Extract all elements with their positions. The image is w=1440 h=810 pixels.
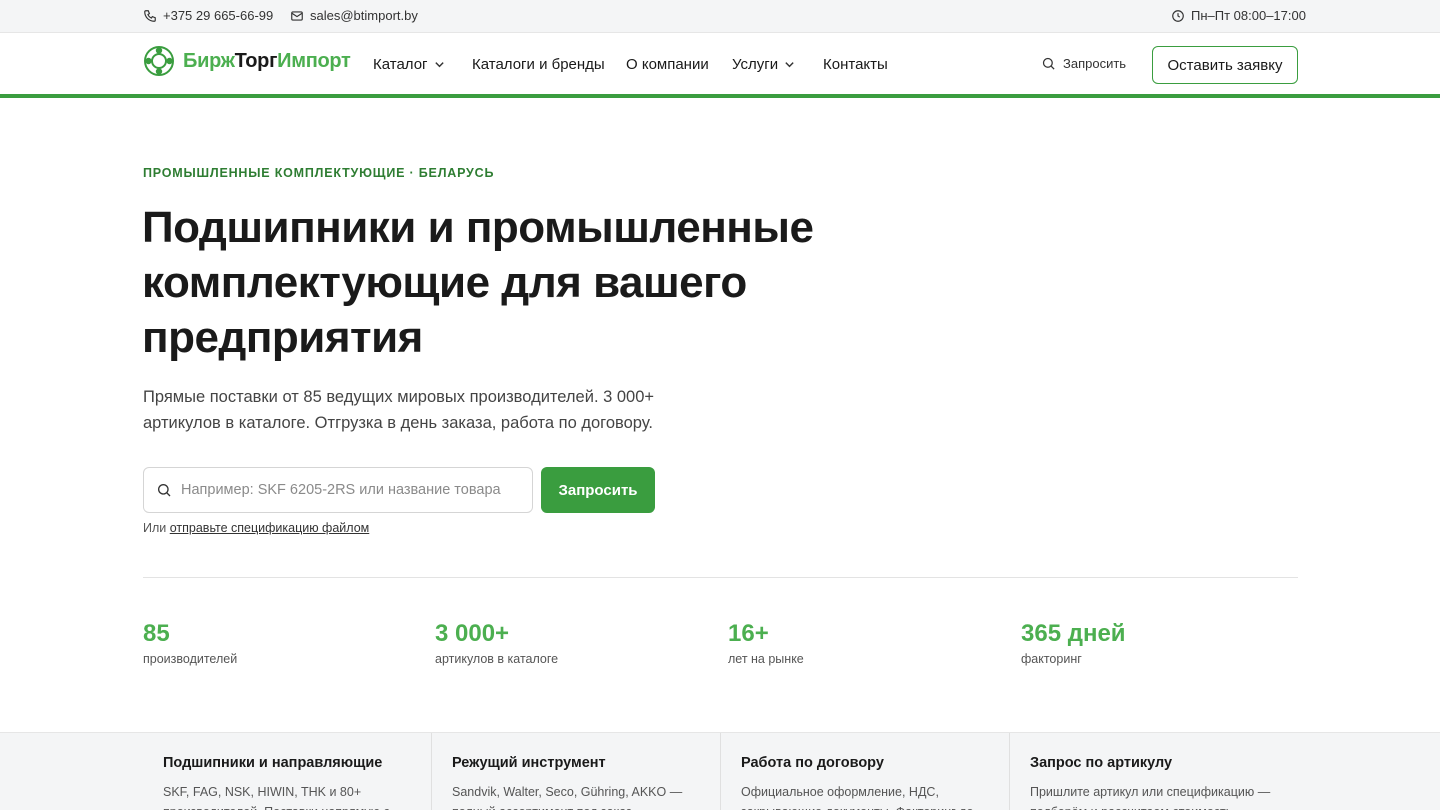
work-hours: Пн–Пт 08:00–17:00 [1171, 8, 1306, 23]
email-text: sales@btimport.by [310, 8, 418, 23]
logo[interactable]: БиржТоргИмпорт [143, 45, 351, 77]
hero-search-input[interactable] [181, 482, 511, 498]
hours-text: Пн–Пт 08:00–17:00 [1191, 8, 1306, 23]
stat-label: производителей [143, 652, 238, 666]
stat-manufacturers: 85 производителей [143, 620, 237, 666]
card-title: Работа по договору [741, 755, 884, 771]
stat-label: артикулов в каталоге [435, 652, 559, 666]
card-text: Официальное оформление, НДС, закрывающие… [741, 785, 973, 810]
stat-years: 16+ лет на рынке [728, 620, 804, 666]
stat-value: 365 дней [1021, 620, 1126, 647]
phone-link[interactable]: +375 29 665-66-99 [143, 8, 273, 23]
feature-cards: Подшипники и направляющие SKF, FAG, NSK,… [0, 732, 1440, 810]
email-link[interactable]: sales@btimport.by [290, 8, 418, 23]
phone-icon [144, 9, 156, 22]
search-icon [1042, 57, 1055, 70]
request-button[interactable]: Запросить [541, 467, 655, 513]
nav-contacts[interactable]: Контакты [823, 56, 888, 73]
card-title: Запрос по артикулу [1030, 755, 1173, 771]
stat-articles: 3 000+ артикулов в каталоге [435, 620, 558, 666]
logo-text: БиржТоргИмпорт [183, 49, 351, 72]
hero-search-box [143, 467, 533, 513]
nav-catalogs-brands[interactable]: Каталоги и бренды [472, 56, 605, 73]
upload-spec-link[interactable]: отправьте спецификацию файлом [170, 521, 370, 535]
stat-value: 85 [143, 620, 170, 647]
top-bar: +375 29 665-66-99 sales@btimport.by Пн–П… [0, 0, 1440, 33]
stat-label: лет на рынке [728, 652, 804, 666]
card-bearings[interactable]: Подшипники и направляющие SKF, FAG, NSK,… [143, 733, 432, 810]
nav-services[interactable]: Услуги [732, 56, 795, 73]
stat-label: факторинг [1021, 652, 1082, 666]
nav-catalog[interactable]: Каталог [373, 56, 445, 73]
card-text: Sandvik, Walter, Seco, Gühring, AKKO — п… [452, 785, 683, 810]
stat-value: 3 000+ [435, 620, 510, 647]
header-search-link[interactable]: Запросить [1041, 56, 1126, 71]
card-text: SKF, FAG, NSK, HIWIN, THK и 80+ производ… [163, 785, 390, 810]
card-cutting-tools[interactable]: Режущий инструмент Sandvik, Walter, Seco… [432, 733, 721, 810]
card-article-request[interactable]: Запрос по артикулу Пришлите артикул или … [1010, 733, 1298, 810]
hero-eyebrow: ПРОМЫШЛЕННЫЕ КОМПЛЕКТУЮЩИЕ · БЕЛАРУСЬ [143, 166, 495, 180]
alt-upload-line: Или отправьте спецификацию файлом [143, 521, 370, 535]
clock-icon [1172, 9, 1184, 22]
main-header: БиржТоргИмпорт Каталог Каталоги и бренды… [0, 33, 1440, 98]
card-title: Режущий инструмент [452, 755, 606, 771]
card-text: Пришлите артикул или спецификацию — подб… [1030, 785, 1271, 810]
chevron-down-icon [785, 62, 794, 68]
search-icon [158, 484, 171, 497]
divider [143, 577, 1298, 578]
phone-text: +375 29 665-66-99 [163, 8, 274, 23]
nav-about[interactable]: О компании [626, 56, 709, 73]
card-contract-work[interactable]: Работа по договору Официальное оформлени… [721, 733, 1010, 810]
stat-factoring: 365 дней факторинг [1021, 620, 1126, 666]
chevron-down-icon [434, 62, 444, 68]
hero-title: Подшипники и промышленные комплектующие … [142, 203, 814, 362]
hero-subtitle: Прямые поставки от 85 ведущих мировых пр… [143, 388, 655, 432]
card-title: Подшипники и направляющие [163, 755, 383, 771]
leave-request-button[interactable]: Оставить заявку [1152, 46, 1298, 84]
bearing-logo-icon [144, 46, 174, 76]
mail-icon [291, 10, 303, 21]
stat-value: 16+ [728, 620, 769, 647]
